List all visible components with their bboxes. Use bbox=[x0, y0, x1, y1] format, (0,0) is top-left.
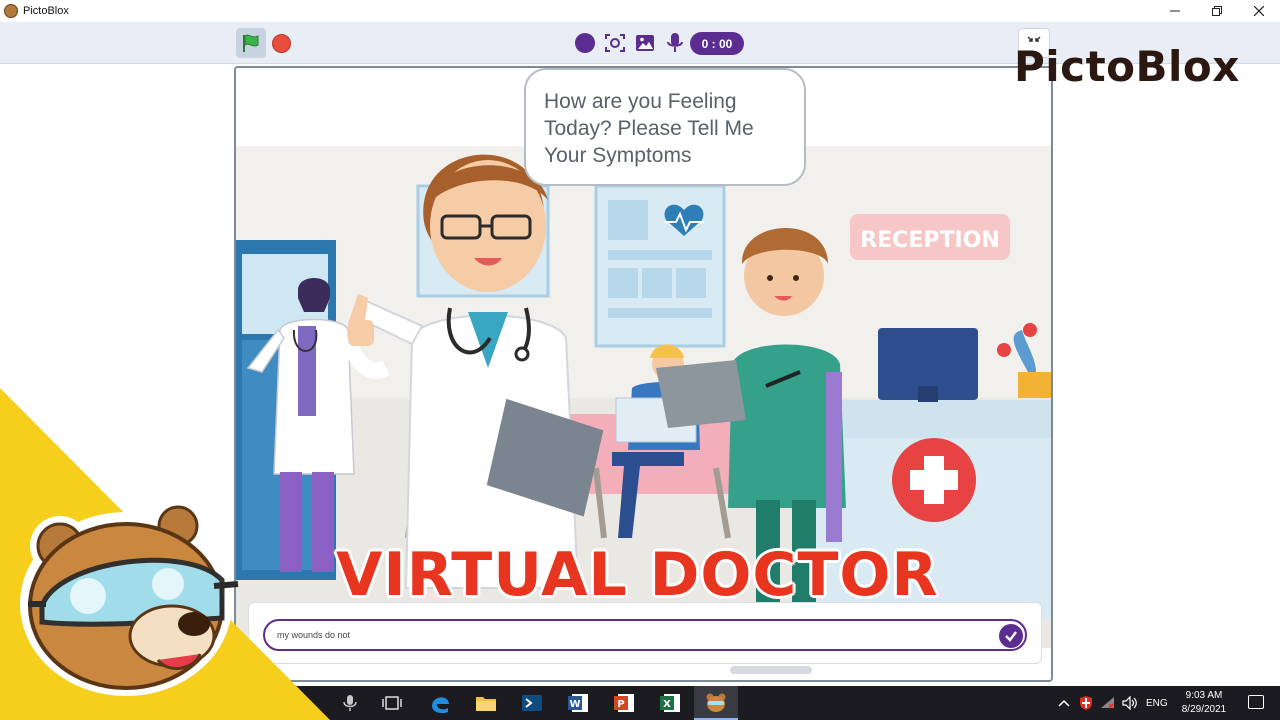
terminal-icon bbox=[522, 695, 542, 711]
window-title: PictoBlox bbox=[23, 5, 69, 17]
task-view-icon bbox=[382, 696, 402, 710]
reception-sign: RECEPTION bbox=[850, 214, 1010, 260]
taskbar-task-view-button[interactable] bbox=[380, 691, 404, 715]
pictoblox-icon bbox=[706, 693, 726, 712]
stop-button[interactable] bbox=[272, 34, 291, 53]
taskbar-pictoblox-button[interactable] bbox=[694, 686, 738, 720]
record-icon bbox=[575, 33, 595, 53]
screen: PictoBlox 0: 00 PictoBlox RECEPTION How… bbox=[0, 0, 1280, 720]
image-button[interactable] bbox=[634, 32, 656, 54]
bear-mascot bbox=[20, 500, 239, 696]
taskbar-clock[interactable]: 9:03 AM 8/29/2021 bbox=[1170, 689, 1238, 717]
language-indicator[interactable]: ENG bbox=[1146, 698, 1168, 709]
taskbar-word-button[interactable]: W bbox=[566, 691, 590, 715]
close-icon bbox=[1254, 6, 1264, 16]
svg-text:X: X bbox=[663, 699, 671, 710]
taskbar-mic-button[interactable] bbox=[338, 691, 362, 715]
chevron-up-icon bbox=[1058, 699, 1070, 707]
microphone-icon bbox=[343, 695, 357, 711]
taskbar-powerpoint-button[interactable]: P bbox=[612, 691, 636, 715]
stage-scrollbar[interactable] bbox=[730, 666, 812, 674]
taskbar-file-explorer-button[interactable] bbox=[474, 691, 498, 715]
edge-icon bbox=[432, 697, 449, 714]
volume-icon bbox=[1122, 696, 1137, 710]
screenshot-button[interactable] bbox=[604, 32, 626, 54]
record-button[interactable] bbox=[574, 32, 596, 54]
network-tray-button[interactable] bbox=[1096, 691, 1120, 715]
answer-input[interactable] bbox=[263, 619, 1027, 651]
pictoblox-logo: PictoBlox bbox=[1014, 42, 1240, 91]
speech-bubble-text: How are you Feeling Today? Please Tell M… bbox=[544, 90, 754, 167]
microphone-button[interactable] bbox=[664, 32, 686, 54]
restore-button[interactable] bbox=[1196, 0, 1238, 22]
excel-icon: X bbox=[660, 694, 680, 712]
shield-icon bbox=[1080, 696, 1092, 710]
word-icon: W bbox=[568, 694, 588, 712]
window-controls bbox=[1154, 0, 1280, 22]
taskbar-terminal-button[interactable] bbox=[520, 691, 544, 715]
volume-tray-button[interactable] bbox=[1118, 691, 1142, 715]
minimize-button[interactable] bbox=[1154, 0, 1196, 22]
powerpoint-icon: P bbox=[614, 694, 634, 712]
green-flag-icon bbox=[243, 34, 259, 52]
submit-answer-button[interactable] bbox=[999, 624, 1023, 648]
svg-text:P: P bbox=[617, 699, 624, 710]
notification-center-button[interactable] bbox=[1248, 695, 1264, 709]
screenshot-icon bbox=[605, 34, 625, 52]
image-icon bbox=[636, 35, 654, 51]
show-hidden-icons-button[interactable] bbox=[1052, 691, 1076, 715]
svg-text:W: W bbox=[569, 699, 580, 710]
green-flag-button[interactable] bbox=[236, 28, 266, 58]
microphone-icon bbox=[667, 33, 683, 52]
minimize-icon bbox=[1170, 10, 1180, 12]
close-button[interactable] bbox=[1238, 0, 1280, 22]
reception-sign-text: RECEPTION bbox=[860, 228, 1000, 253]
taskbar-excel-button[interactable]: X bbox=[658, 691, 682, 715]
security-tray-button[interactable] bbox=[1074, 691, 1098, 715]
video-title-overlay: VIRTUAL DOCTOR bbox=[336, 540, 939, 610]
speech-bubble: How are you Feeling Today? Please Tell M… bbox=[524, 68, 806, 186]
checkmark-icon bbox=[1005, 631, 1017, 642]
network-icon bbox=[1101, 697, 1114, 709]
medical-poster bbox=[594, 184, 726, 348]
recording-timer: 0 : 00 bbox=[690, 32, 744, 55]
taskbar-edge-button[interactable] bbox=[428, 691, 452, 715]
clock-time: 9:03 AM bbox=[1185, 690, 1223, 701]
clock-date: 8/29/2021 bbox=[1181, 704, 1227, 715]
file-explorer-icon bbox=[476, 697, 496, 711]
ask-answer-box bbox=[248, 602, 1042, 664]
title-bar: PictoBlox bbox=[0, 0, 1280, 22]
restore-icon bbox=[1212, 6, 1222, 16]
pictoblox-app-icon bbox=[4, 4, 18, 18]
